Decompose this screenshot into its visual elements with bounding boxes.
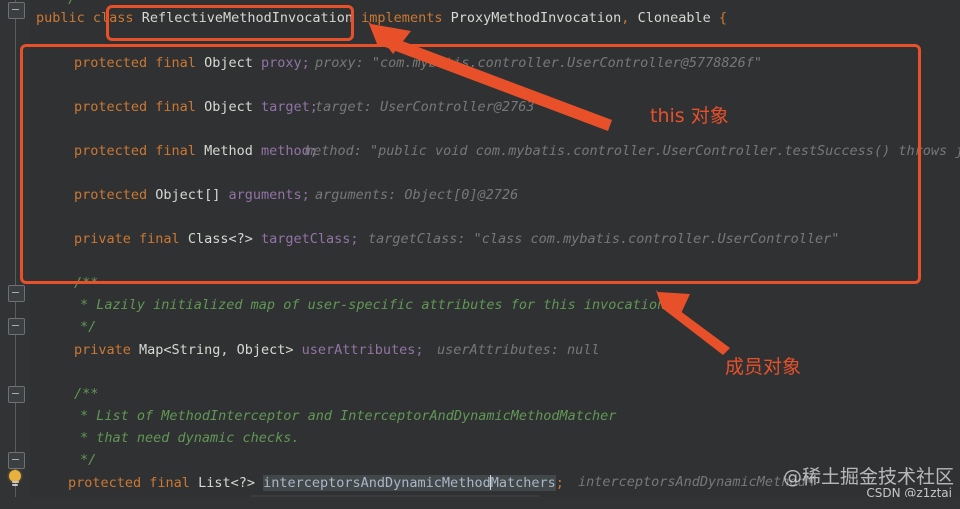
watermark-community: @稀土掘金技术社区 — [782, 466, 954, 488]
inlay-hint-interceptors: interceptorsAndDynamicMethodM — [578, 474, 814, 490]
code-line-field-userattributes[interactable]: private Map<String, Object> userAttribut… — [74, 343, 424, 363]
code-line-field-arguments[interactable]: protected Object[] arguments; — [74, 188, 310, 208]
code-line-class-declaration[interactable]: public class ReflectiveMethodInvocation … — [36, 11, 727, 31]
inlay-hint-proxy: proxy: "com.mybatis.controller.UserContr… — [315, 55, 763, 71]
code-line-field-proxy[interactable]: protected final Object proxy; — [74, 56, 310, 76]
annotation-label-member: 成员对象 — [725, 356, 802, 378]
fold-marker-icon-1[interactable] — [8, 2, 25, 19]
selected-identifier-tail[interactable]: Matchers — [490, 475, 556, 491]
code-content[interactable]: */ public class ReflectiveMethodInvocati… — [30, 0, 960, 509]
inlay-hint-arguments: arguments: Object[0]@2726 — [315, 187, 519, 203]
inlay-hint-target: target: UserController@2763 — [315, 99, 535, 115]
code-line-javadoc-text-lazily: * Lazily initialized map of user-specifi… — [80, 297, 674, 313]
code-line-javadoc-text-listof: * List of MethodInterceptor and Intercep… — [80, 408, 617, 424]
bulb-base-1 — [11, 481, 19, 483]
editor-gutter[interactable] — [0, 0, 30, 509]
gutter-vertical-rule — [15, 0, 16, 509]
bulb-base-2 — [12, 484, 18, 486]
inlay-hint-userattributes: userAttributes: null — [437, 342, 600, 358]
code-line-javadoc-text-dynamic: * that need dynamic checks. — [80, 430, 300, 446]
intention-bulb-icon[interactable] — [7, 470, 23, 488]
class-name-token[interactable]: ReflectiveMethodInvocation — [142, 10, 353, 26]
code-line-javadoc-close-1: */ — [80, 319, 97, 335]
code-line-field-method[interactable]: protected final Method method; — [74, 144, 318, 164]
code-line-javadoc-open-2: /** — [74, 386, 99, 402]
annotation-label-this: this 对象 — [650, 105, 729, 127]
selected-identifier[interactable]: interceptorsAndDynamicMethod — [263, 475, 491, 491]
code-line-javadoc-open-1: /** — [74, 275, 99, 291]
code-editor[interactable]: */ public class ReflectiveMethodInvocati… — [0, 0, 960, 509]
editor-status-bar — [0, 497, 960, 509]
code-line-field-target[interactable]: protected final Object target; — [74, 100, 318, 120]
code-line-javadoc-close-2: */ — [80, 452, 97, 468]
inlay-hint-targetclass: targetClass: "class com.mybatis.controll… — [368, 231, 840, 247]
fold-marker-icon-3[interactable] — [8, 318, 25, 335]
fold-marker-icon-5[interactable] — [8, 452, 25, 469]
code-line-field-targetclass[interactable]: private final Class<?> targetClass; — [74, 232, 359, 252]
fold-marker-icon-2[interactable] — [8, 285, 25, 302]
inlay-hint-method: method: "public void com.mybatis.control… — [305, 143, 960, 159]
code-line-field-interceptors[interactable]: protected final List<?> interceptorsAndD… — [68, 475, 564, 495]
fold-marker-icon-4[interactable] — [8, 386, 25, 403]
